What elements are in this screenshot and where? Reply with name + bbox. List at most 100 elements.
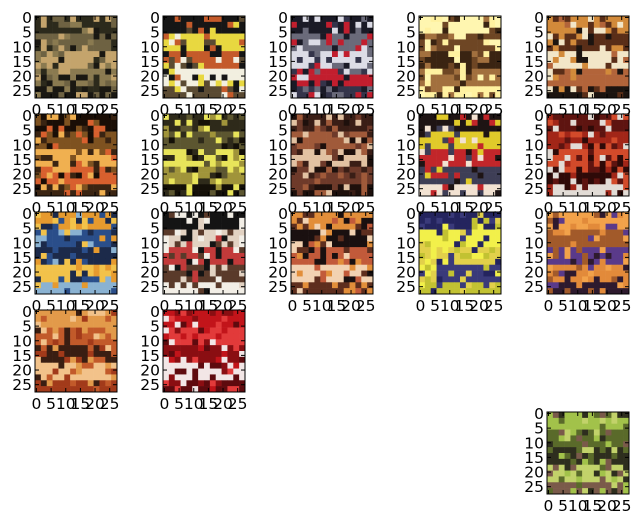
image-pixel — [215, 125, 222, 132]
image-pixel — [314, 45, 321, 52]
image-pixel — [204, 160, 211, 168]
image-pixel — [180, 33, 187, 40]
image-pixel — [163, 190, 170, 197]
image-pixel — [547, 212, 554, 219]
image-pixel — [180, 131, 187, 138]
image-pixel — [239, 68, 246, 75]
image-pixel — [617, 441, 624, 448]
image-pixel — [111, 229, 118, 236]
image-pixel — [588, 282, 595, 289]
image-pixel — [483, 27, 490, 34]
image-pixel — [192, 327, 199, 334]
y-tick-label: 25 — [140, 180, 160, 198]
image-pixel — [58, 33, 65, 40]
image-pixel — [465, 68, 473, 75]
image-pixel — [186, 62, 193, 70]
image-pixel — [93, 62, 100, 70]
image-pixel — [576, 253, 583, 260]
image-pixel — [349, 80, 356, 87]
image-pixel — [40, 288, 48, 295]
image-pixel — [204, 68, 211, 75]
image-pixel — [367, 92, 374, 99]
image-pixel — [448, 155, 455, 162]
image-pixel — [576, 482, 583, 489]
image-pixel — [593, 190, 601, 197]
x-tick-label: 5 — [558, 297, 568, 315]
image-pixel — [477, 172, 484, 179]
image-pixel — [471, 21, 478, 29]
image-pixel — [552, 16, 560, 23]
image-pixel — [233, 51, 240, 58]
image-pixel — [430, 143, 437, 150]
image-pixel — [64, 235, 71, 242]
image-pixel — [180, 137, 187, 144]
image-pixel — [471, 166, 478, 173]
image-pixel — [495, 51, 502, 58]
image-pixel — [87, 114, 94, 121]
image-pixel — [552, 178, 560, 185]
image-pixel — [186, 247, 193, 254]
image-pixel — [186, 264, 193, 271]
image-pixel — [552, 160, 560, 168]
image-pixel — [337, 33, 345, 40]
image-pixel — [81, 86, 89, 93]
image-pixel — [558, 276, 565, 283]
image-pixel — [349, 137, 356, 144]
image-pixel — [558, 429, 565, 436]
image-pixel — [367, 68, 374, 75]
image-pixel — [355, 143, 362, 150]
image-pixel — [215, 247, 222, 254]
image-pixel — [424, 253, 432, 260]
image-pixel — [314, 184, 321, 191]
image-pixel — [209, 333, 217, 340]
image-pixel — [174, 86, 181, 93]
image-pixel — [564, 441, 571, 448]
image-pixel — [454, 270, 461, 277]
image-pixel — [570, 470, 577, 477]
image-pixel — [186, 21, 193, 29]
image-pixel — [308, 51, 315, 58]
image-pixel — [460, 45, 467, 52]
image-pixel — [291, 21, 298, 29]
image-pixel — [605, 160, 612, 168]
image-pixel — [233, 125, 240, 132]
image-pixel — [617, 217, 624, 225]
image-pixel — [186, 190, 193, 197]
image-pixel — [198, 143, 205, 150]
image-pixel — [547, 412, 554, 419]
image-pixel — [215, 39, 222, 46]
image-pixel — [204, 362, 211, 369]
image-pixel — [233, 315, 240, 323]
image-pixel — [204, 62, 211, 70]
image-pixel — [547, 184, 554, 191]
image-pixel — [233, 39, 240, 46]
image-pixel — [291, 68, 298, 75]
image-pixel — [198, 229, 205, 236]
image-pixel — [308, 114, 315, 121]
image-pixel — [564, 27, 571, 34]
image-pixel — [111, 241, 118, 248]
image-pixel — [105, 166, 112, 173]
image-pixel — [163, 74, 170, 81]
image-pixel — [599, 217, 606, 225]
image-pixel — [367, 253, 374, 260]
image-pixel — [582, 482, 589, 489]
image-pixel — [424, 258, 432, 266]
image-pixel — [483, 223, 490, 230]
image-pixel — [495, 68, 502, 75]
image-pixel — [564, 470, 571, 477]
image-pixel — [332, 21, 339, 29]
image-pixel — [174, 327, 181, 334]
image-pixel — [558, 241, 565, 248]
image-pixel — [291, 39, 298, 46]
image-pixel — [599, 282, 606, 289]
image-pixel — [547, 39, 554, 46]
image-pixel — [180, 362, 187, 369]
image-pixel — [209, 45, 217, 52]
image-pixel — [593, 482, 601, 489]
image-pixel — [204, 166, 211, 173]
image-pixel — [163, 119, 170, 127]
image-pixel — [611, 429, 618, 436]
image-pixel — [35, 184, 42, 191]
image-pixel — [227, 149, 234, 156]
